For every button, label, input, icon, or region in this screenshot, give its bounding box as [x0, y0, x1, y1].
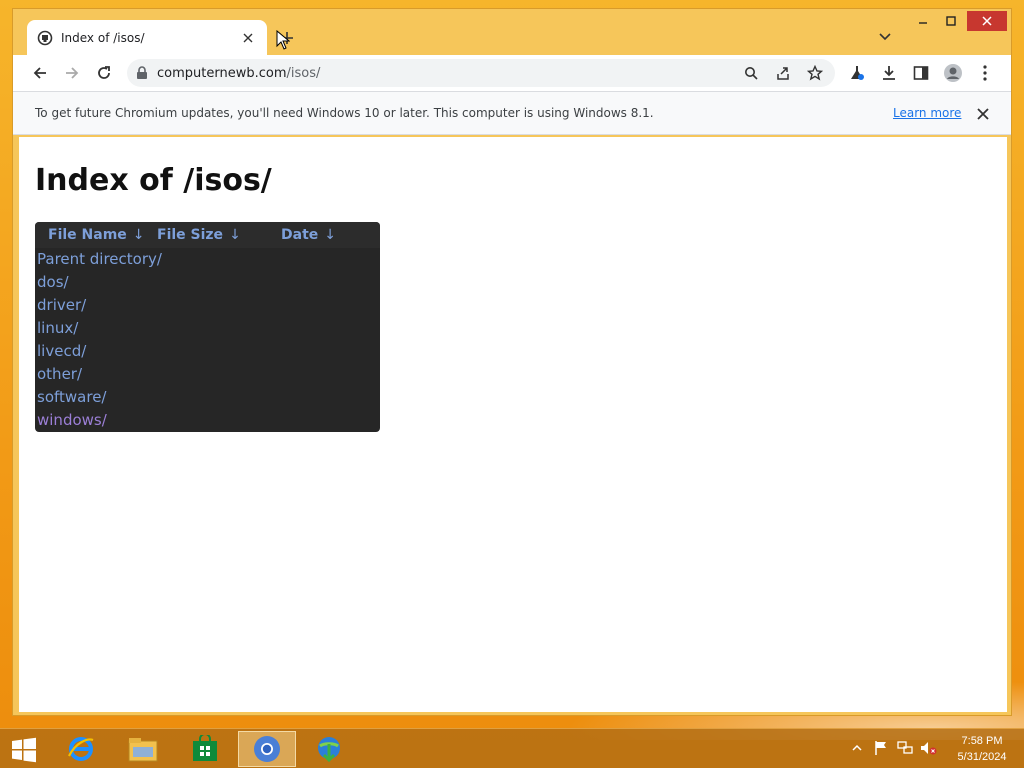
minimize-button[interactable] [909, 9, 937, 33]
show-hidden-icons-icon[interactable] [848, 739, 866, 757]
network-icon[interactable] [896, 739, 914, 757]
address-bar[interactable]: computernewb.com/isos/ [127, 59, 835, 87]
entry-link-linux[interactable]: linux/ [37, 319, 78, 337]
directory-listing: File Name ↓ File Size ↓ Date ↓ Parent direc… [35, 222, 380, 432]
entry-link-livecd[interactable]: livecd/ [37, 342, 86, 360]
taskbar: 7:58 PM 5/31/2024 [0, 728, 1024, 768]
download-icon[interactable] [877, 61, 901, 85]
page-title: Index of /isos/ [35, 163, 272, 198]
entry-link-dos[interactable]: dos/ [37, 273, 69, 291]
clock-time: 7:58 PM [961, 735, 1003, 747]
globe-download-icon [318, 737, 340, 763]
table-row: dos/ [35, 271, 380, 294]
folder-icon [128, 738, 158, 762]
entry-link-windows[interactable]: windows/ [37, 411, 107, 429]
table-row: linux/ [35, 317, 380, 340]
entry-link-parent-directory[interactable]: Parent directory/ [37, 250, 162, 268]
mouse-cursor-icon [276, 30, 290, 50]
taskbar-file-explorer[interactable] [114, 731, 172, 767]
entry-link-driver[interactable]: driver/ [37, 296, 86, 314]
close-window-button[interactable] [967, 11, 1007, 31]
tab-search-icon[interactable] [875, 27, 895, 47]
volume-muted-icon[interactable] [920, 739, 938, 757]
table-row: other/ [35, 363, 380, 386]
column-label: File Name [48, 227, 127, 243]
url-host: computernewb.com [157, 65, 287, 81]
taskbar-download-manager[interactable] [300, 731, 358, 767]
column-label: Date [281, 227, 319, 243]
table-row: software/ [35, 386, 380, 409]
taskbar-internet-explorer[interactable] [52, 731, 110, 767]
tab-close-icon[interactable] [239, 29, 257, 47]
taskbar-store[interactable] [176, 731, 234, 767]
action-center-flag-icon[interactable] [872, 739, 890, 757]
update-infobar: To get future Chromium updates, you'll n… [13, 91, 1011, 135]
search-icon[interactable] [739, 61, 763, 85]
table-row: driver/ [35, 294, 380, 317]
profile-avatar-icon[interactable] [941, 61, 965, 85]
listing-header: File Name ↓ File Size ↓ Date ↓ [35, 222, 380, 248]
entry-link-other[interactable]: other/ [37, 365, 82, 383]
sort-arrow-icon: ↓ [132, 227, 145, 243]
taskbar-chromium[interactable] [238, 731, 296, 767]
entry-link-software[interactable]: software/ [37, 388, 106, 406]
clock-date: 5/31/2024 [957, 751, 1007, 763]
column-header-file-size[interactable]: File Size ↓ [157, 227, 241, 243]
table-row: Parent directory/ [35, 248, 380, 271]
start-button[interactable] [8, 736, 40, 764]
store-bag-icon [193, 735, 217, 761]
labs-flask-icon[interactable] [845, 61, 869, 85]
infobar-message: To get future Chromium updates, you'll n… [35, 106, 654, 120]
system-clock[interactable]: 7:58 PM 5/31/2024 [950, 733, 1014, 765]
maximize-button[interactable] [937, 9, 965, 33]
browser-window: Index of /isos/ computernewb.com/isos/ T… [12, 8, 1012, 716]
forward-button[interactable] [59, 60, 85, 86]
side-panel-icon[interactable] [909, 61, 933, 85]
learn-more-link[interactable]: Learn more [893, 106, 961, 120]
url-text[interactable]: computernewb.com/isos/ [157, 66, 731, 81]
table-row: windows/ [35, 409, 380, 432]
tab-title: Index of /isos/ [61, 31, 145, 45]
page-content: Index of /isos/ File Name ↓ File Size ↓ Da… [19, 137, 1007, 712]
column-label: File Size [157, 227, 224, 243]
favicon-icon [37, 30, 53, 46]
share-icon[interactable] [771, 61, 795, 85]
column-header-file-name[interactable]: File Name ↓ [48, 227, 145, 243]
sort-arrow-icon: ↓ [229, 227, 241, 243]
infobar-close-icon[interactable] [973, 104, 993, 124]
internet-explorer-icon [68, 737, 94, 761]
column-header-date[interactable]: Date ↓ [281, 227, 336, 243]
bookmark-star-icon[interactable] [803, 61, 827, 85]
menu-kebab-icon[interactable] [973, 61, 997, 85]
chromium-icon [254, 736, 280, 762]
lock-icon[interactable] [135, 66, 149, 80]
tab-active[interactable]: Index of /isos/ [27, 20, 267, 56]
table-row: livecd/ [35, 340, 380, 363]
reload-button[interactable] [91, 60, 117, 86]
tab-strip: Index of /isos/ [13, 9, 1011, 56]
browser-toolbar: computernewb.com/isos/ [13, 55, 1011, 91]
back-button[interactable] [27, 60, 53, 86]
url-path: /isos/ [286, 65, 321, 81]
sort-arrow-icon: ↓ [324, 227, 336, 243]
